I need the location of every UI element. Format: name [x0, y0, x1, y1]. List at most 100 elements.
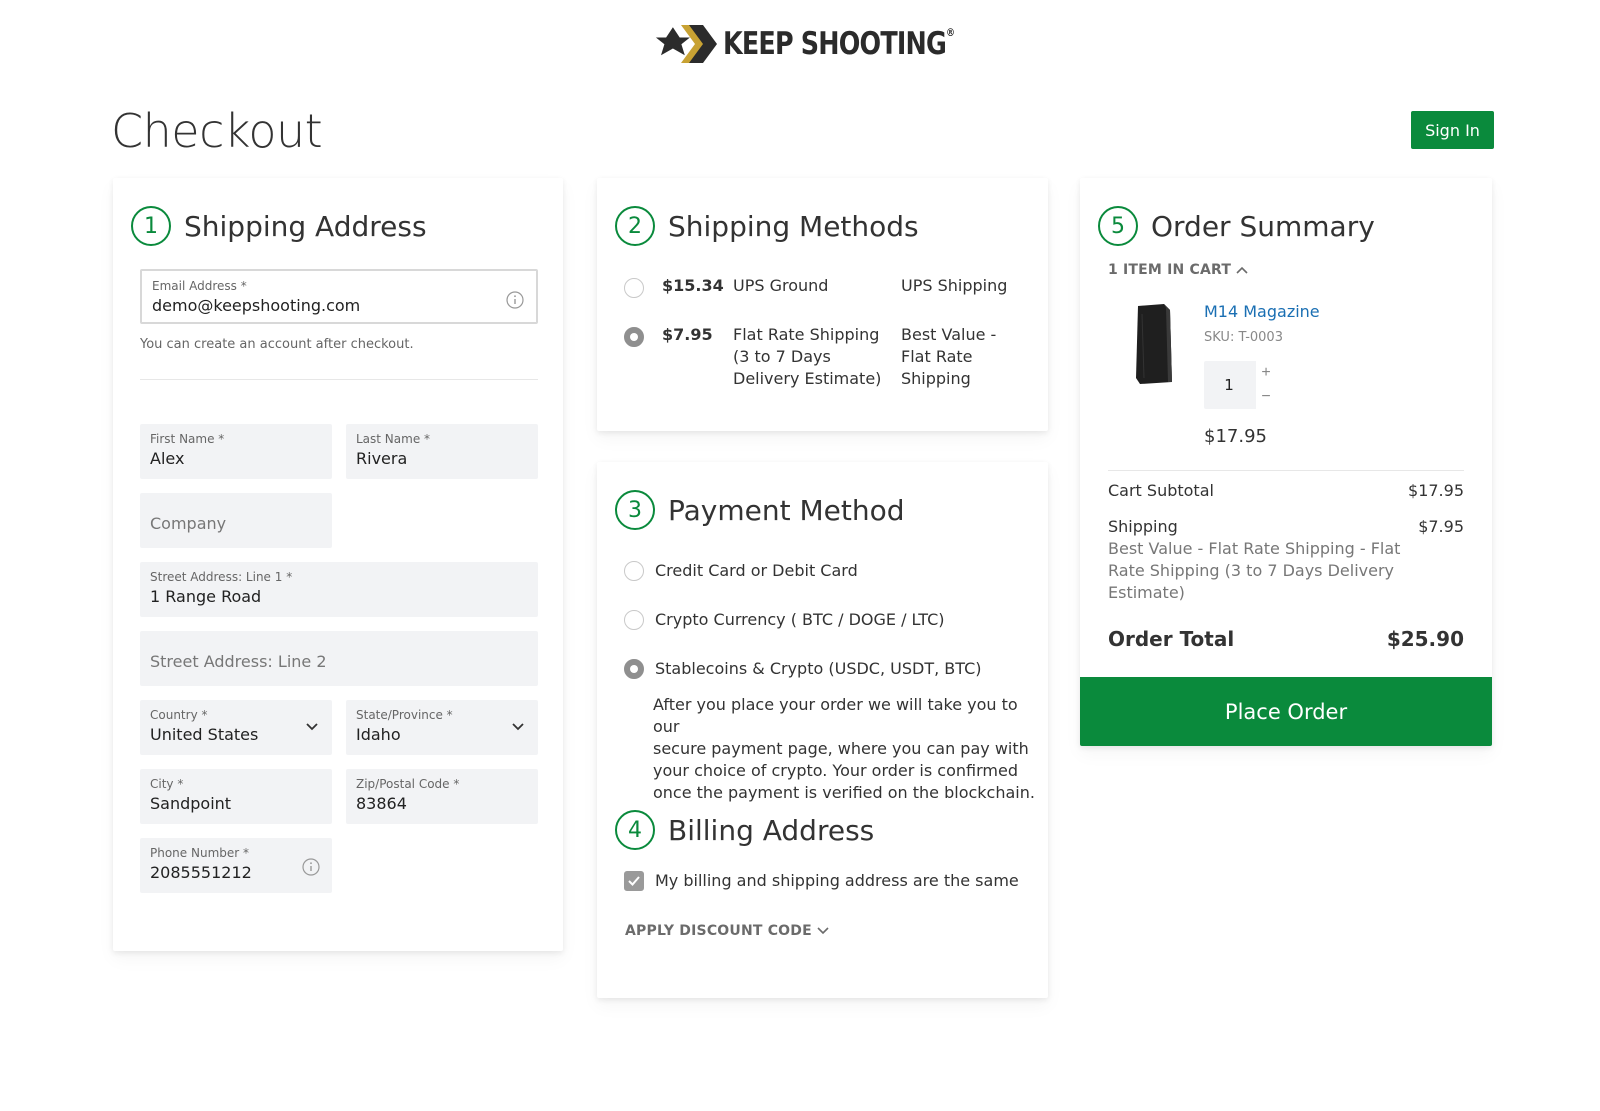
last-name-field[interactable]: Last Name * Rivera — [346, 424, 538, 479]
shipping-desc-line: Rate Shipping (3 to 7 Days Delivery — [1108, 561, 1395, 580]
city-label: City * — [150, 777, 184, 791]
account-hint: You can create an account after checkout… — [140, 337, 414, 352]
items-in-cart-toggle[interactable]: 1 ITEM IN CART — [1108, 262, 1249, 278]
product-name-link[interactable]: M14 Magazine — [1204, 301, 1320, 323]
apply-discount-label: APPLY DISCOUNT CODE — [625, 923, 812, 939]
step-number: 1 — [131, 206, 171, 246]
step-number: 2 — [615, 206, 655, 246]
method-line: (3 to 7 Days — [733, 347, 831, 366]
last-name-label: Last Name * — [356, 432, 431, 446]
order-total-value: $25.90 — [1386, 627, 1464, 651]
section-title: Billing Address — [668, 813, 875, 847]
product-image — [1136, 304, 1172, 384]
method-line: Flat Rate Shipping — [733, 325, 880, 344]
quantity-decrease-button[interactable]: − — [1256, 385, 1276, 409]
city-field[interactable]: City * Sandpoint — [140, 769, 332, 824]
shipping-option-method: UPS Ground — [733, 276, 829, 295]
first-name-field[interactable]: First Name * Alex — [140, 424, 332, 479]
shipping-option-ups-radio[interactable] — [624, 278, 644, 298]
sign-in-button[interactable]: Sign In — [1411, 111, 1494, 149]
cart-subtotal-label: Cart Subtotal — [1108, 481, 1214, 500]
company-field[interactable]: Company — [140, 493, 332, 548]
country-select[interactable]: Country * United States — [140, 700, 332, 755]
email-label: Email Address * — [152, 279, 247, 293]
shipping-address-header: 1 Shipping Address — [131, 206, 427, 246]
step-number: 3 — [615, 490, 655, 530]
phone-label: Phone Number * — [150, 846, 250, 860]
shipping-desc-line: Estimate) — [1108, 583, 1185, 602]
shipping-option-flat-rate-radio[interactable] — [624, 327, 644, 347]
email-field[interactable]: Email Address * demo@keepshooting.com — [140, 269, 538, 324]
state-value: Idaho — [356, 725, 401, 744]
quantity-stepper[interactable]: 1 + − — [1204, 361, 1276, 409]
billing-same-label: My billing and shipping address are the … — [655, 871, 1019, 890]
zip-value: 83864 — [356, 794, 407, 813]
brand-logo[interactable]: KEEP SHOOTING® — [655, 20, 1005, 68]
shipping-value: $7.95 — [1418, 517, 1464, 536]
payment-billing-card: 3 Payment Method Credit Card or Debit Ca… — [597, 462, 1048, 998]
payment-option-label: Crypto Currency ( BTC / DOGE / LTC) — [655, 610, 945, 629]
payment-option-crypto-radio[interactable] — [624, 610, 644, 630]
quantity-increase-button[interactable]: + — [1256, 361, 1276, 385]
shipping-option-carrier: Best Value - Flat Rate Shipping — [901, 324, 996, 390]
order-summary-card: 5 Order Summary 1 ITEM IN CART M14 Magaz… — [1080, 178, 1492, 746]
payment-method-header: 3 Payment Method — [615, 490, 905, 530]
cart-subtotal-value: $17.95 — [1408, 481, 1464, 500]
shipping-methods-card: 2 Shipping Methods $15.34 UPS Ground UPS… — [597, 178, 1048, 431]
last-name-value: Rivera — [356, 449, 408, 468]
billing-address-header: 4 Billing Address — [615, 810, 874, 850]
shipping-description: Best Value - Flat Rate Shipping - Flat R… — [1108, 538, 1400, 604]
email-value: demo@keepshooting.com — [152, 296, 361, 315]
carrier-line: Shipping — [901, 369, 971, 388]
phone-value: 2085551212 — [150, 863, 252, 882]
street-line1-field[interactable]: Street Address: Line 1 * 1 Range Road — [140, 562, 538, 617]
state-select[interactable]: State/Province * Idaho — [346, 700, 538, 755]
shipping-address-card: 1 Shipping Address Email Address * demo@… — [113, 178, 563, 951]
street-line1-label: Street Address: Line 1 * — [150, 570, 293, 584]
country-value: United States — [150, 725, 259, 744]
note-line: your choice of crypto. Your order is con… — [653, 761, 1018, 780]
phone-field[interactable]: Phone Number * 2085551212 — [140, 838, 332, 893]
note-line: secure payment page, where you can pay w… — [653, 739, 1029, 758]
note-line: After you place your order we will take … — [653, 695, 1018, 736]
quantity-value: 1 — [1224, 376, 1234, 394]
shipping-option-carrier: UPS Shipping — [901, 276, 1008, 295]
shipping-desc-line: Best Value - Flat Rate Shipping - Flat — [1108, 539, 1401, 558]
product-price: $17.95 — [1204, 426, 1267, 447]
carrier-line: Best Value - — [901, 325, 997, 344]
chevron-down-icon — [306, 723, 318, 731]
zip-field[interactable]: Zip/Postal Code * 83864 — [346, 769, 538, 824]
shipping-label: Shipping — [1108, 517, 1178, 536]
payment-option-stablecoin-radio[interactable] — [624, 659, 644, 679]
country-label: Country * — [150, 708, 208, 722]
zip-label: Zip/Postal Code * — [356, 777, 460, 791]
note-line: once the payment is verified on the bloc… — [653, 783, 1035, 802]
checkmark-icon — [628, 876, 640, 886]
street-line2-placeholder: Street Address: Line 2 — [150, 652, 327, 671]
shipping-option-method: Flat Rate Shipping (3 to 7 Days Delivery… — [733, 324, 881, 390]
payment-option-label: Stablecoins & Crypto (USDC, USDT, BTC) — [655, 659, 982, 678]
payment-option-card-radio[interactable] — [624, 561, 644, 581]
order-total-label: Order Total — [1108, 627, 1235, 651]
street-line2-field[interactable]: Street Address: Line 2 — [140, 631, 538, 686]
city-value: Sandpoint — [150, 794, 232, 813]
summary-divider — [1108, 470, 1464, 471]
street-line1-value: 1 Range Road — [150, 587, 262, 606]
section-title: Shipping Address — [184, 209, 427, 243]
apply-discount-toggle[interactable]: APPLY DISCOUNT CODE — [625, 923, 830, 939]
chevron-down-icon — [817, 927, 829, 935]
company-placeholder: Company — [150, 514, 227, 533]
billing-same-checkbox[interactable] — [624, 871, 644, 891]
first-name-label: First Name * — [150, 432, 225, 446]
info-icon[interactable] — [302, 858, 320, 876]
shipping-option-price: $7.95 — [662, 325, 713, 344]
place-order-button[interactable]: Place Order — [1080, 677, 1492, 746]
page-title: Checkout — [111, 104, 323, 158]
section-title: Payment Method — [668, 493, 905, 527]
carrier-line: Flat Rate — [901, 347, 973, 366]
step-number: 5 — [1098, 206, 1138, 246]
payment-option-label: Credit Card or Debit Card — [655, 561, 858, 580]
info-icon[interactable] — [506, 291, 524, 309]
shipping-option-price: $15.34 — [662, 276, 724, 295]
first-name-value: Alex — [150, 449, 185, 468]
